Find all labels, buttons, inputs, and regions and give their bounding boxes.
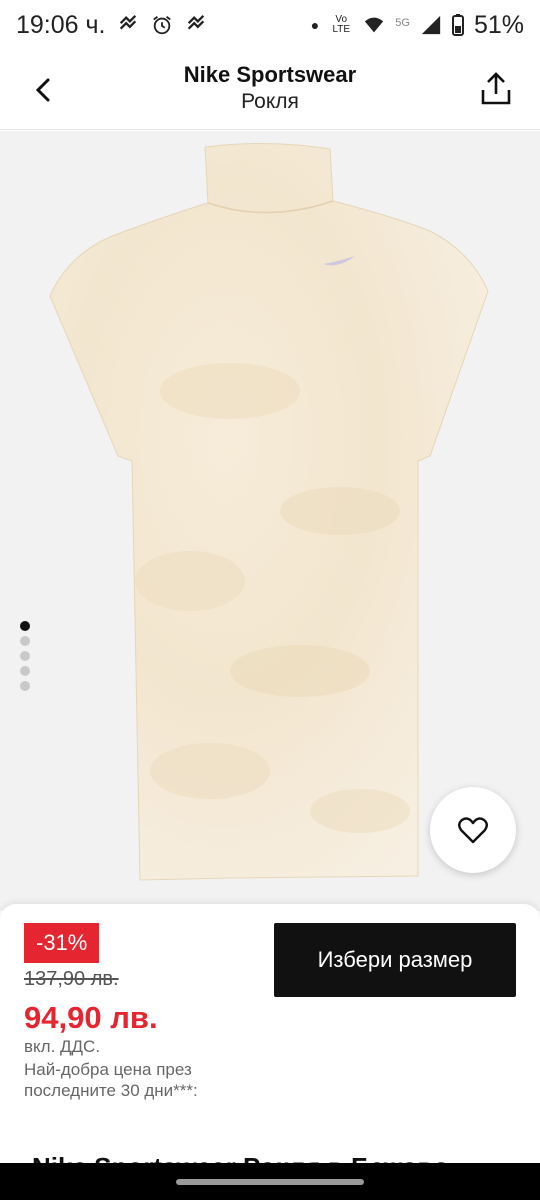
hearts-icon bbox=[188, 15, 205, 30]
wifi-icon bbox=[365, 17, 384, 33]
signal-icon bbox=[421, 15, 441, 35]
battery-icon bbox=[451, 14, 464, 36]
volte-label: Vo LTE bbox=[332, 14, 351, 35]
battery-percent: 51% bbox=[473, 10, 524, 39]
system-nav-bar bbox=[0, 1163, 540, 1200]
heart-icon bbox=[458, 817, 488, 844]
old-price: 137,90 лв. bbox=[24, 968, 119, 990]
status-bar: 19:06 ч. ● Vo LTE 5G 51% bbox=[0, 0, 540, 50]
current-price: 94,90 лв. bbox=[24, 1000, 158, 1035]
share-icon[interactable] bbox=[478, 70, 514, 108]
alarm-icon bbox=[153, 16, 172, 35]
status-time: 19:06 ч. bbox=[16, 10, 106, 39]
best-price-note[interactable]: Най-добра цена през последните 30 дни***… bbox=[24, 1059, 264, 1101]
discount-badge: -31% bbox=[24, 923, 100, 963]
app-header: Nike Sportswear Рокля bbox=[0, 50, 540, 130]
purchase-panel: -31% 137,90 лв. 94,90 лв. вкл. ДДС. Най-… bbox=[0, 904, 540, 1200]
gallery-pagination bbox=[20, 621, 30, 691]
select-size-button[interactable]: Избери размер bbox=[274, 923, 516, 997]
pagination-dot[interactable] bbox=[20, 666, 30, 676]
hearts-icon bbox=[120, 15, 137, 30]
dot-icon: ● bbox=[310, 17, 320, 33]
vat-note: вкл. ДДС. bbox=[24, 1037, 101, 1056]
favorite-button[interactable] bbox=[430, 787, 516, 873]
pagination-dot[interactable] bbox=[20, 651, 30, 661]
pagination-dot[interactable] bbox=[20, 621, 30, 631]
pagination-dot[interactable] bbox=[20, 681, 30, 691]
category-subtitle: Рокля bbox=[241, 90, 299, 113]
home-gesture-handle[interactable] bbox=[176, 1179, 364, 1185]
network-label: 5G bbox=[395, 16, 410, 29]
pagination-dot[interactable] bbox=[20, 636, 30, 646]
brand-title: Nike Sportswear bbox=[183, 62, 357, 87]
product-page: 19:06 ч. ● Vo LTE 5G 51% Nike Sportswear… bbox=[0, 0, 540, 1200]
